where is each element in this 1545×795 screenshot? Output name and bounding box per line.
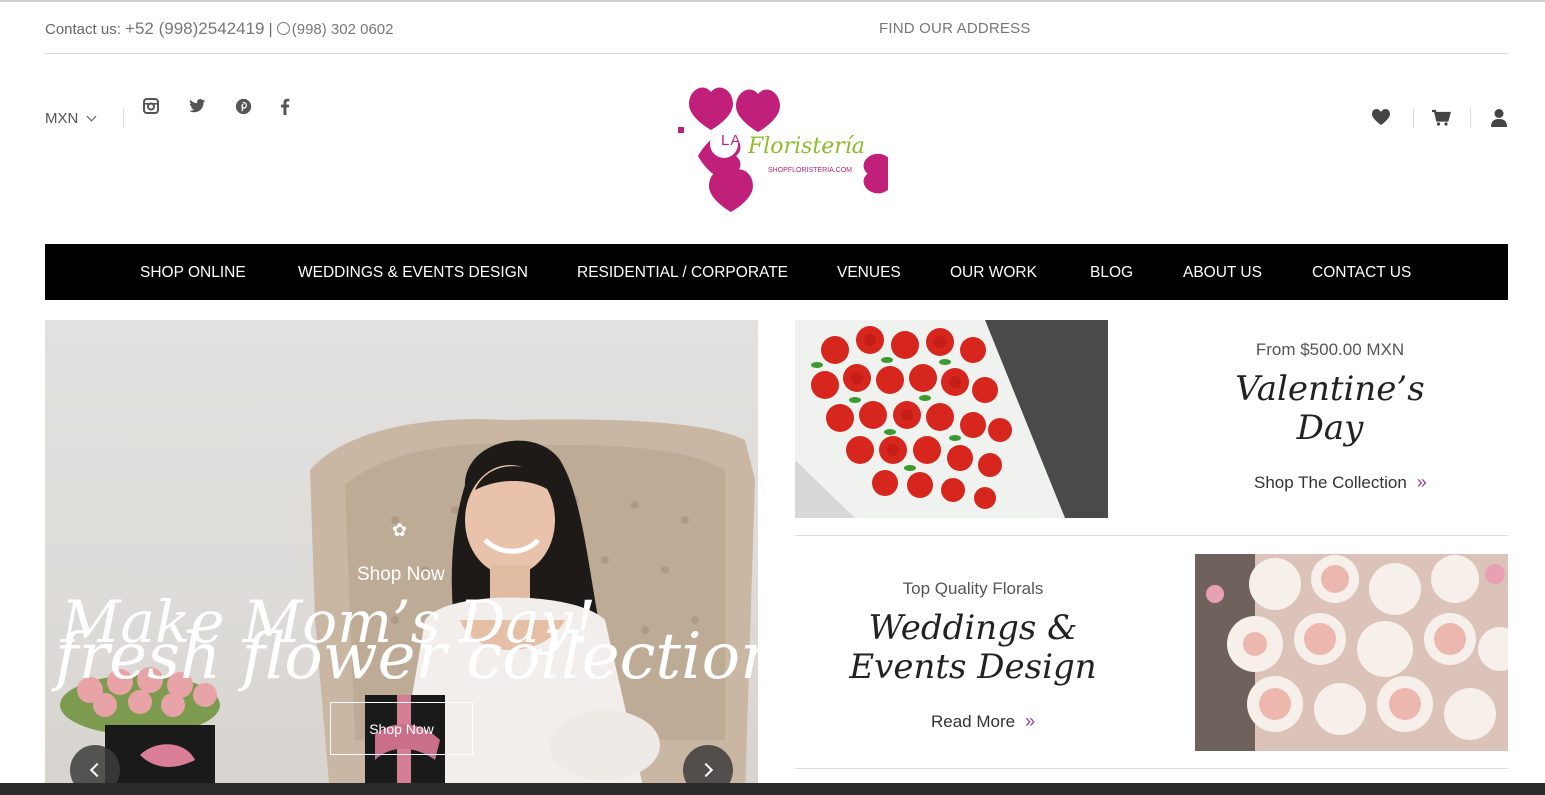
nav-item-contact-us[interactable]: CONTACT US — [1312, 244, 1411, 300]
chevron-left-icon — [89, 762, 105, 778]
divider — [1470, 108, 1471, 128]
chevron-right-icon — [698, 762, 714, 778]
main-nav: SHOP ONLINE WEDDINGS & EVENTS DESIGN RES… — [45, 244, 1508, 300]
nav-item-blog[interactable]: BLOG — [1090, 244, 1133, 300]
nav-item-weddings-events[interactable]: WEDDINGS & EVENTS DESIGN — [298, 244, 528, 300]
weddings-subtitle: Top Quality Florals — [902, 579, 1044, 598]
valentines-subtitle: From $500.00 MXN — [1255, 340, 1405, 359]
shop-collection-label: Shop The Collection — [1254, 473, 1407, 492]
shop-collection-link[interactable]: Shop The Collection » — [1254, 472, 1427, 493]
hero-shop-now-button[interactable]: Shop Now — [330, 702, 473, 755]
promo-divider — [795, 535, 1508, 536]
nav-item-shop-online[interactable]: SHOP ONLINE — [140, 244, 246, 300]
find-address-link[interactable]: FIND OUR ADDRESS — [879, 20, 1031, 37]
promo-divider — [795, 768, 1508, 769]
whatsapp-link[interactable]: (998) 302 0602 — [292, 21, 394, 38]
nav-item-residential-corporate[interactable]: RESIDENTIAL / CORPORATE — [577, 244, 788, 300]
logo-name: Floristería — [748, 134, 865, 159]
contact-separator: | — [268, 21, 273, 38]
whatsapp-icon — [276, 22, 290, 35]
divider — [123, 108, 124, 128]
browser-bottom-bar — [0, 783, 1545, 795]
pinterest-icon[interactable] — [233, 96, 253, 116]
nav-item-about-us[interactable]: ABOUT US — [1183, 244, 1262, 300]
user-icon[interactable] — [1489, 108, 1511, 130]
weddings-title: Weddings & Events Design — [823, 609, 1123, 687]
white-peonies-bouquet-image — [1195, 554, 1508, 751]
contact-bar: Contact us: +52 (998)2542419 | (998) 302… — [45, 14, 1508, 54]
site-logo[interactable]: LA Floristería SHOPFLORISTERIA.COM — [668, 82, 902, 214]
currency-value: MXN — [45, 110, 79, 127]
contact-label: Contact us: — [45, 21, 121, 38]
contact-info: Contact us: +52 (998)2542419 | (998) 302… — [45, 19, 393, 39]
double-chevron-right-icon: » — [1025, 711, 1036, 731]
weddings-title-line-2: Events Design — [849, 647, 1097, 687]
nav-item-our-work[interactable]: OUR WORK — [950, 244, 1037, 300]
cart-icon[interactable] — [1431, 108, 1453, 130]
chevron-down-icon — [86, 111, 97, 122]
nav-item-venues[interactable]: VENUES — [837, 244, 901, 300]
read-more-label: Read More — [931, 712, 1016, 731]
facebook-icon[interactable] — [275, 96, 295, 116]
logo-url: SHOPFLORISTERIA.COM — [768, 167, 853, 174]
top-border — [0, 0, 1545, 2]
phone-link[interactable]: +52 (998)2542419 — [125, 19, 264, 38]
weddings-image[interactable] — [1195, 554, 1508, 751]
roses-bouquet-image — [795, 320, 1108, 518]
currency-select[interactable]: MXN — [45, 110, 97, 127]
hero-slider: ✿ Shop Now Make Mom’s Day! fresh flower … — [45, 320, 758, 795]
valentines-title: Valentine’s Day — [1180, 370, 1480, 448]
valentines-title-line-2: Day — [1296, 408, 1364, 448]
hero-shop-now-link[interactable]: Shop Now — [357, 564, 445, 586]
heart-icon[interactable] — [1371, 108, 1393, 130]
divider — [1413, 108, 1414, 128]
instagram-icon[interactable] — [141, 96, 161, 116]
read-more-link[interactable]: Read More » — [931, 711, 1035, 732]
twitter-icon[interactable] — [187, 96, 207, 116]
valentines-title-line-1: Valentine’s — [1235, 369, 1425, 409]
flower-icon: ✿ — [392, 520, 408, 540]
weddings-title-line-1: Weddings & — [868, 608, 1078, 648]
double-chevron-right-icon: » — [1416, 472, 1427, 492]
valentines-image[interactable] — [795, 320, 1108, 518]
logo-prefix: LA — [721, 132, 742, 149]
hero-subtitle: fresh flower collection — [55, 620, 758, 694]
